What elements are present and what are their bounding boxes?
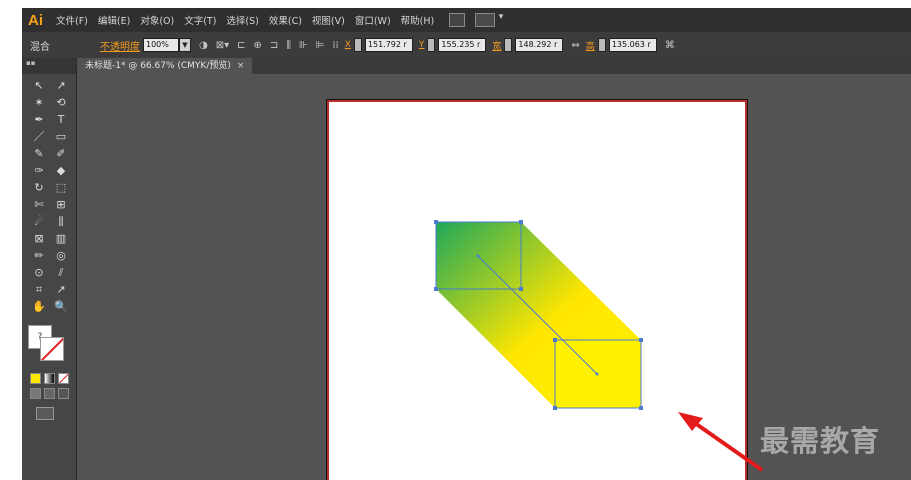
bridge-button[interactable] (449, 13, 466, 27)
perspective-grid-tool-icon[interactable]: ⫼ (50, 213, 72, 230)
direct-selection-tool-icon[interactable]: ↗ (50, 77, 72, 94)
fill-stroke-swatches: ? (28, 325, 68, 369)
lasso-tool-icon[interactable]: ⟲ (50, 94, 72, 111)
document-tab[interactable]: 未标题-1* @ 66.67% (CMYK/预览) × (77, 58, 253, 74)
opacity-label[interactable]: 不透明度 (100, 38, 140, 53)
y-label: Y (418, 40, 425, 50)
y-spinner[interactable] (427, 38, 436, 52)
align-left-icon[interactable]: ⊏ (237, 40, 245, 51)
shape-builder-tool-icon[interactable]: ☄ (28, 213, 50, 230)
zoom-tool-icon[interactable]: 🔍 (50, 298, 72, 315)
control-bar: 混合 不透明度 100% ▼ ◑ ⊠▾ ⊏ ⊕ ⊐ ⫼ ⊪ ⊫ ⁞⁞ X 151… (22, 32, 911, 59)
width-label: 宽 (492, 41, 502, 52)
tools-panel: ▪▪ ↖ ↗ ✶ ⟲ ✒ T ／ ▭ ✎ ✐ ✑ ◆ ↻ ⬚ ✄ ⊞ ☄ ⫼ ⊠… (22, 58, 77, 480)
menu-view[interactable]: 视图(V) (307, 13, 350, 27)
pencil-tool-icon[interactable]: ✐ (50, 145, 72, 162)
menu-effect[interactable]: 效果(C) (264, 13, 307, 27)
constrain-proportions-icon[interactable]: ⇔ (571, 40, 579, 51)
tool-grid: ↖ ↗ ✶ ⟲ ✒ T ／ ▭ ✎ ✐ ✑ ◆ ↻ ⬚ ✄ ⊞ ☄ ⫼ ⊠ ▥ … (22, 74, 76, 315)
document-tab-title: 未标题-1* @ 66.67% (CMYK/预览) (85, 61, 231, 71)
menu-object[interactable]: 对象(O) (135, 13, 179, 27)
align-center-icon[interactable]: ⊕ (254, 40, 262, 51)
width-spinner[interactable] (504, 38, 513, 52)
mode-label: 混合 (30, 41, 50, 53)
x-label: X (344, 40, 351, 50)
align-right-icon[interactable]: ⊐ (270, 40, 278, 51)
hand-tool-icon[interactable]: ✋ (28, 298, 50, 315)
y-input[interactable]: 155.235 r (438, 38, 487, 52)
none-button[interactable] (58, 373, 69, 384)
recolor-icon[interactable]: ◑ (199, 40, 208, 51)
menu-select[interactable]: 选择(S) (221, 13, 263, 27)
transform-icon[interactable]: ⌘ (665, 40, 675, 51)
scale-tool-icon[interactable]: ⬚ (50, 179, 72, 196)
document-tab-bar: 未标题-1* @ 66.67% (CMYK/预览) × (77, 58, 911, 74)
menu-edit[interactable]: 编辑(E) (93, 13, 135, 27)
height-spinner[interactable] (597, 38, 606, 52)
opacity-dropdown[interactable]: ▼ (179, 38, 191, 52)
paintbrush-tool-icon[interactable]: ✎ (28, 145, 50, 162)
height-input[interactable]: 135.063 r (608, 38, 657, 52)
draw-normal-button[interactable] (30, 388, 41, 399)
x-input[interactable]: 151.792 r (364, 38, 413, 52)
width-tool-icon[interactable]: ✄ (28, 196, 50, 213)
distribute-center-icon[interactable]: ⊪ (299, 40, 308, 51)
column-graph-tool-icon[interactable]: ⫽ (50, 264, 72, 281)
stroke-swatch[interactable] (40, 337, 64, 361)
magic-wand-tool-icon[interactable]: ✶ (28, 94, 50, 111)
watermark-text: 最需教育 (760, 424, 881, 458)
eyedropper-tool-icon[interactable]: ✏ (28, 247, 50, 264)
draw-mode-buttons (22, 388, 76, 399)
tools-panel-header[interactable]: ▪▪ (22, 58, 76, 74)
pen-tool-icon[interactable]: ✒ (28, 111, 50, 128)
type-tool-icon[interactable]: T (50, 111, 72, 128)
height-label: 高 (585, 41, 595, 52)
close-icon[interactable]: × (237, 61, 245, 71)
width-input[interactable]: 148.292 r (515, 38, 564, 52)
blend-tool-icon[interactable]: ◎ (50, 247, 72, 264)
x-spinner[interactable] (353, 38, 362, 52)
distribute-right-icon[interactable]: ⊫ (316, 40, 325, 51)
menu-bar: Ai 文件(F) 编辑(E) 对象(O) 文字(T) 选择(S) 效果(C) 视… (22, 8, 911, 32)
slice-tool-icon[interactable]: ↗ (50, 281, 72, 298)
opacity-input[interactable]: 100% (143, 38, 179, 52)
rotate-tool-icon[interactable]: ↻ (28, 179, 50, 196)
app-logo: Ai (28, 11, 43, 29)
distribute-icon[interactable]: ⫼ (286, 40, 291, 51)
eraser-tool-icon[interactable]: ◆ (50, 162, 72, 179)
free-transform-tool-icon[interactable]: ⊞ (50, 196, 72, 213)
illustrator-window: Ai 文件(F) 编辑(E) 对象(O) 文字(T) 选择(S) 效果(C) 视… (22, 8, 911, 480)
gradient-tool-icon[interactable]: ▥ (50, 230, 72, 247)
artboard[interactable] (326, 99, 748, 480)
blob-brush-tool-icon[interactable]: ✑ (28, 162, 50, 179)
selection-tool-icon[interactable]: ↖ (28, 77, 50, 94)
color-mode-buttons (22, 373, 76, 384)
draw-behind-button[interactable] (44, 388, 55, 399)
rectangle-tool-icon[interactable]: ▭ (50, 128, 72, 145)
gradient-button[interactable] (44, 373, 55, 384)
draw-inside-button[interactable] (58, 388, 69, 399)
menu-type[interactable]: 文字(T) (179, 13, 221, 27)
line-tool-icon[interactable]: ／ (28, 128, 50, 145)
menu-file[interactable]: 文件(F) (51, 13, 93, 27)
arrange-documents-button[interactable] (475, 12, 503, 27)
align-selection-icon[interactable]: ⊠▾ (216, 40, 229, 51)
menu-help[interactable]: 帮助(H) (396, 13, 440, 27)
reference-point-icon[interactable]: ⁞⁞ (332, 40, 338, 51)
mesh-tool-icon[interactable]: ⊠ (28, 230, 50, 247)
screen-mode-icon[interactable] (36, 407, 54, 420)
artboard-tool-icon[interactable]: ⌗ (28, 281, 50, 298)
symbol-sprayer-tool-icon[interactable]: ⊙ (28, 264, 50, 281)
color-button[interactable] (30, 373, 41, 384)
menu-window[interactable]: 窗口(W) (350, 13, 396, 27)
